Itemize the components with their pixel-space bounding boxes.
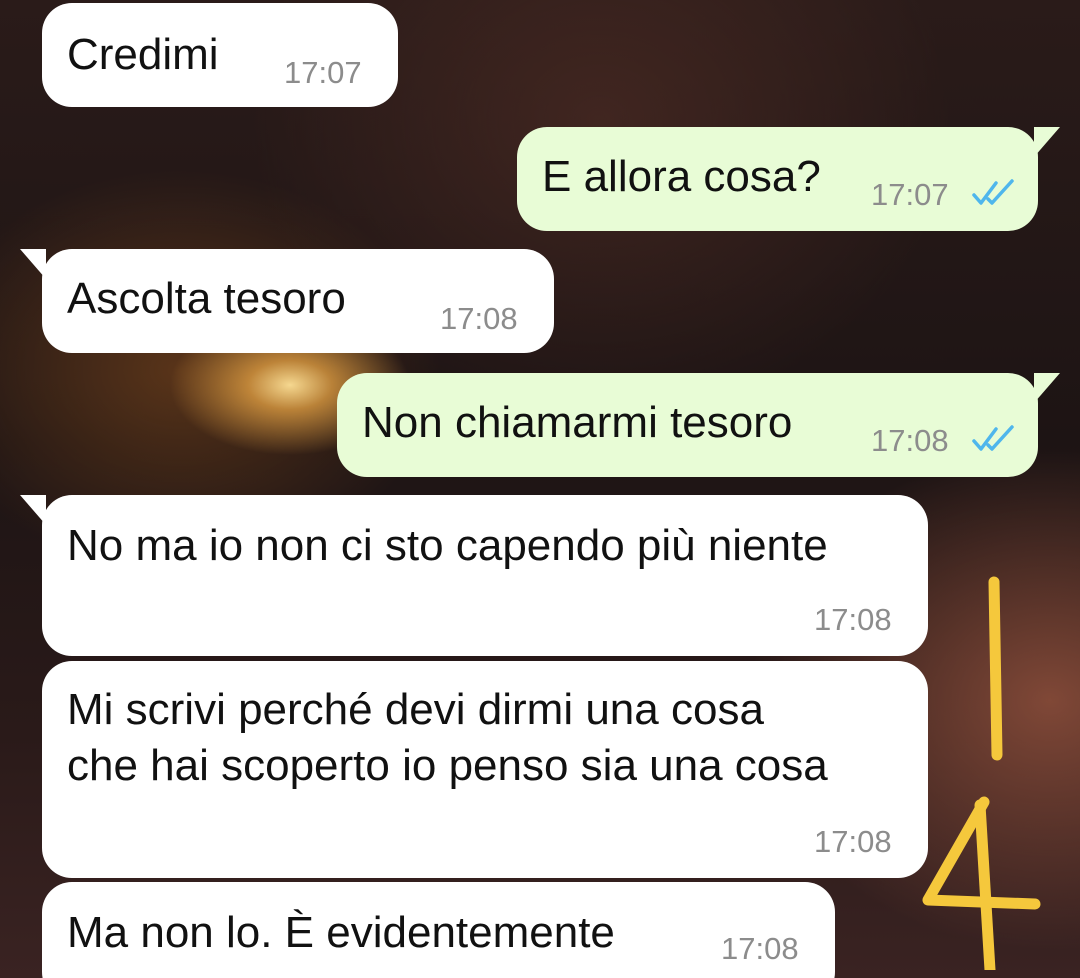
message-text: Ma non lo. È evidentemente [67, 908, 615, 957]
message-time: 17:08 [871, 423, 949, 458]
message-bubble-incoming[interactable]: No ma io non ci sto capendo più niente 1… [42, 495, 928, 656]
chat-area: Credimi 17:07 E allora cosa? 17:07 Ascol… [0, 0, 1080, 978]
bubble-tail [1034, 127, 1060, 157]
message-time: 17:08 [814, 602, 892, 637]
message-text: Ascolta tesoro [67, 274, 346, 323]
message-time: 17:08 [814, 824, 892, 859]
double-check-read-icon [972, 179, 1014, 205]
message-time: 17:07 [284, 55, 362, 90]
message-time: 17:07 [871, 177, 949, 212]
bubble-tail [1034, 373, 1060, 403]
handwritten-annotation [922, 576, 1041, 970]
message-time: 17:08 [440, 301, 518, 336]
double-check-read-icon [972, 425, 1014, 451]
message-text: E allora cosa? [542, 152, 821, 201]
message-text: No ma io non ci sto capendo più niente [67, 521, 828, 570]
message-bubble-incoming[interactable]: Credimi 17:07 [42, 3, 398, 107]
message-bubble-incoming[interactable]: Ma non lo. È evidentemente 17:08 [42, 882, 835, 978]
message-bubble-outgoing[interactable]: Non chiamarmi tesoro 17:08 [337, 373, 1038, 477]
message-bubble-incoming[interactable]: Mi scrivi perché devi dirmi una cosa che… [42, 661, 928, 878]
message-text: Non chiamarmi tesoro [362, 398, 793, 447]
message-text: Credimi [67, 30, 219, 79]
message-bubble-incoming[interactable]: Ascolta tesoro 17:08 [42, 249, 554, 353]
message-text: Mi scrivi perché devi dirmi una cosa che… [67, 685, 828, 790]
message-time: 17:08 [721, 931, 799, 966]
message-bubble-outgoing[interactable]: E allora cosa? 17:07 [517, 127, 1038, 231]
